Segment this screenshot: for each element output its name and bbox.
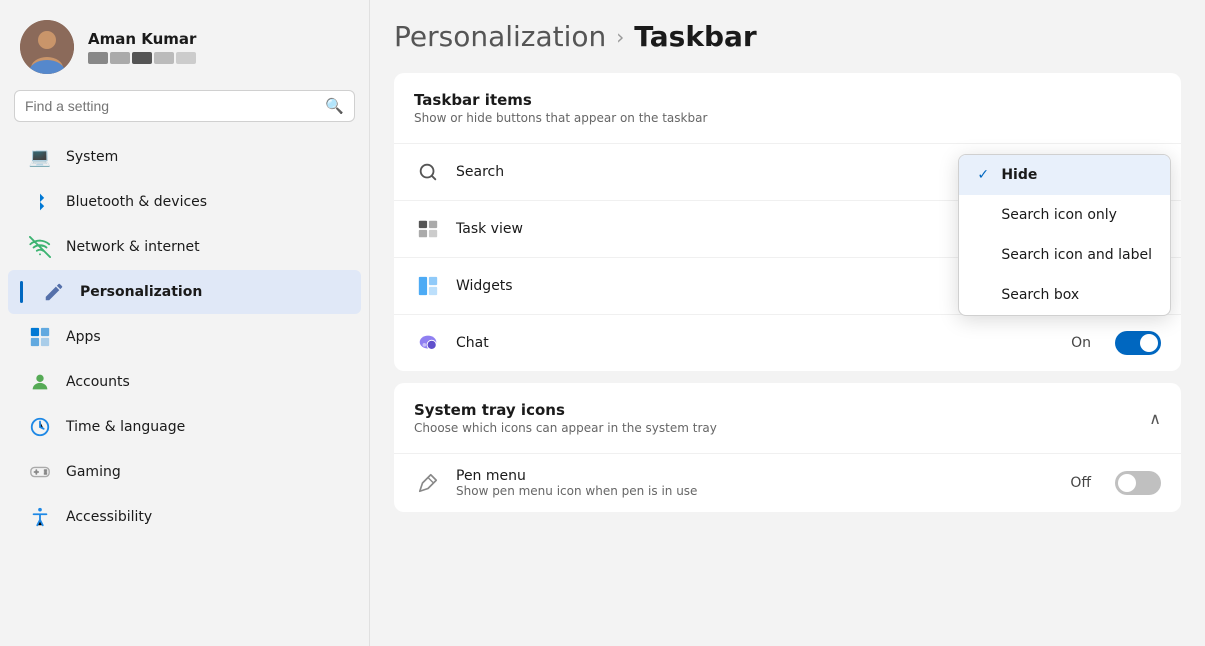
sidebar: Aman Kumar 🔍 💻 System Bluetooth & device… bbox=[0, 0, 370, 646]
sidebar-item-label: Network & internet bbox=[66, 239, 200, 255]
sidebar-item-apps[interactable]: Apps bbox=[8, 315, 361, 359]
pen-menu-label: Pen menu bbox=[456, 468, 1056, 484]
sidebar-item-accessibility[interactable]: Accessibility bbox=[8, 495, 361, 539]
avatar bbox=[20, 20, 74, 74]
taskbar-items-title: Taskbar items bbox=[414, 91, 1161, 109]
main-content: Personalization › Taskbar Taskbar items … bbox=[370, 0, 1205, 646]
toggle-thumb bbox=[1140, 334, 1158, 352]
bluetooth-icon bbox=[28, 190, 52, 214]
dropdown-item-label: Hide bbox=[1001, 167, 1037, 183]
sidebar-item-bluetooth[interactable]: Bluetooth & devices bbox=[8, 180, 361, 224]
search-box[interactable]: 🔍 bbox=[14, 90, 355, 122]
dropdown-item-icon-label[interactable]: Search icon and label bbox=[959, 235, 1170, 275]
time-icon bbox=[28, 415, 52, 439]
sidebar-item-network[interactable]: Network & internet bbox=[8, 225, 361, 269]
taskbar-items-subtitle: Show or hide buttons that appear on the … bbox=[414, 111, 1161, 125]
dropdown-item-icon-only[interactable]: Search icon only bbox=[959, 195, 1170, 235]
taskbar-items-header: Taskbar items Show or hide buttons that … bbox=[394, 73, 1181, 144]
system-tray-title: System tray icons bbox=[414, 401, 717, 419]
sidebar-item-label: Time & language bbox=[66, 419, 185, 435]
system-tray-header-text: System tray icons Choose which icons can… bbox=[414, 401, 717, 435]
accounts-icon bbox=[28, 370, 52, 394]
taskview-icon bbox=[414, 215, 442, 243]
sidebar-item-time[interactable]: Time & language bbox=[8, 405, 361, 449]
dropdown-item-search-box[interactable]: Search box bbox=[959, 275, 1170, 315]
check-icon: ✓ bbox=[977, 167, 993, 183]
toggle-thumb bbox=[1118, 474, 1136, 492]
dropdown-item-label: Search icon and label bbox=[1001, 247, 1152, 263]
sidebar-item-personalization[interactable]: Personalization bbox=[8, 270, 361, 314]
pen-menu-toggle[interactable] bbox=[1115, 471, 1161, 495]
breadcrumb-current: Taskbar bbox=[634, 20, 756, 53]
dropdown-item-label: Search icon only bbox=[1001, 207, 1117, 223]
pen-icon bbox=[414, 469, 442, 497]
breadcrumb-separator: › bbox=[616, 25, 624, 49]
dropdown-item-hide[interactable]: ✓ Hide bbox=[959, 155, 1170, 195]
search-icon: 🔍 bbox=[325, 97, 344, 115]
system-tray-subtitle: Choose which icons can appear in the sys… bbox=[414, 421, 717, 435]
gaming-icon bbox=[28, 460, 52, 484]
sidebar-item-label: Accounts bbox=[66, 374, 130, 390]
pen-label-group: Pen menu Show pen menu icon when pen is … bbox=[456, 468, 1056, 498]
chat-label: Chat bbox=[456, 335, 1057, 351]
sidebar-item-label: Accessibility bbox=[66, 509, 152, 525]
nav-list: 💻 System Bluetooth & devices Network & i… bbox=[0, 134, 369, 646]
search-setting-row: Search Hide ▼ ✓ Hide Search icon only bbox=[394, 144, 1181, 201]
sidebar-item-label: Gaming bbox=[66, 464, 121, 480]
dropdown-item-label: Search box bbox=[1001, 287, 1079, 303]
chat-setting-row: Chat On bbox=[394, 315, 1181, 371]
chat-icon bbox=[414, 329, 442, 357]
apps-icon bbox=[28, 325, 52, 349]
personalization-icon bbox=[42, 280, 66, 304]
chat-toggle-label: On bbox=[1071, 335, 1091, 351]
sidebar-item-gaming[interactable]: Gaming bbox=[8, 450, 361, 494]
breadcrumb-parent: Personalization bbox=[394, 20, 606, 53]
chat-toggle[interactable] bbox=[1115, 331, 1161, 355]
system-tray-section: System tray icons Choose which icons can… bbox=[394, 383, 1181, 512]
sidebar-item-label: Bluetooth & devices bbox=[66, 194, 207, 210]
search-setting-icon bbox=[414, 158, 442, 186]
sidebar-item-label: System bbox=[66, 149, 118, 165]
user-name: Aman Kumar bbox=[88, 30, 196, 48]
sidebar-item-label: Personalization bbox=[80, 284, 202, 300]
network-icon bbox=[28, 235, 52, 259]
search-input[interactable] bbox=[25, 98, 317, 114]
system-icon: 💻 bbox=[28, 145, 52, 169]
sidebar-item-system[interactable]: 💻 System bbox=[8, 135, 361, 179]
breadcrumb: Personalization › Taskbar bbox=[394, 20, 1181, 53]
active-indicator bbox=[20, 281, 23, 303]
user-profile: Aman Kumar bbox=[0, 10, 369, 90]
search-dropdown-menu: ✓ Hide Search icon only Search icon and … bbox=[958, 154, 1171, 316]
widgets-icon bbox=[414, 272, 442, 300]
pen-toggle-label: Off bbox=[1070, 475, 1091, 491]
color-bar bbox=[88, 52, 196, 64]
taskbar-items-section: Taskbar items Show or hide buttons that … bbox=[394, 73, 1181, 371]
pen-menu-sublabel: Show pen menu icon when pen is in use bbox=[456, 484, 1056, 498]
user-info: Aman Kumar bbox=[88, 30, 196, 64]
pen-menu-row: Pen menu Show pen menu icon when pen is … bbox=[394, 453, 1181, 512]
sidebar-item-accounts[interactable]: Accounts bbox=[8, 360, 361, 404]
accessibility-icon bbox=[28, 505, 52, 529]
chevron-up-icon: ∧ bbox=[1149, 409, 1161, 428]
sidebar-item-label: Apps bbox=[66, 329, 101, 345]
system-tray-header[interactable]: System tray icons Choose which icons can… bbox=[394, 383, 1181, 453]
